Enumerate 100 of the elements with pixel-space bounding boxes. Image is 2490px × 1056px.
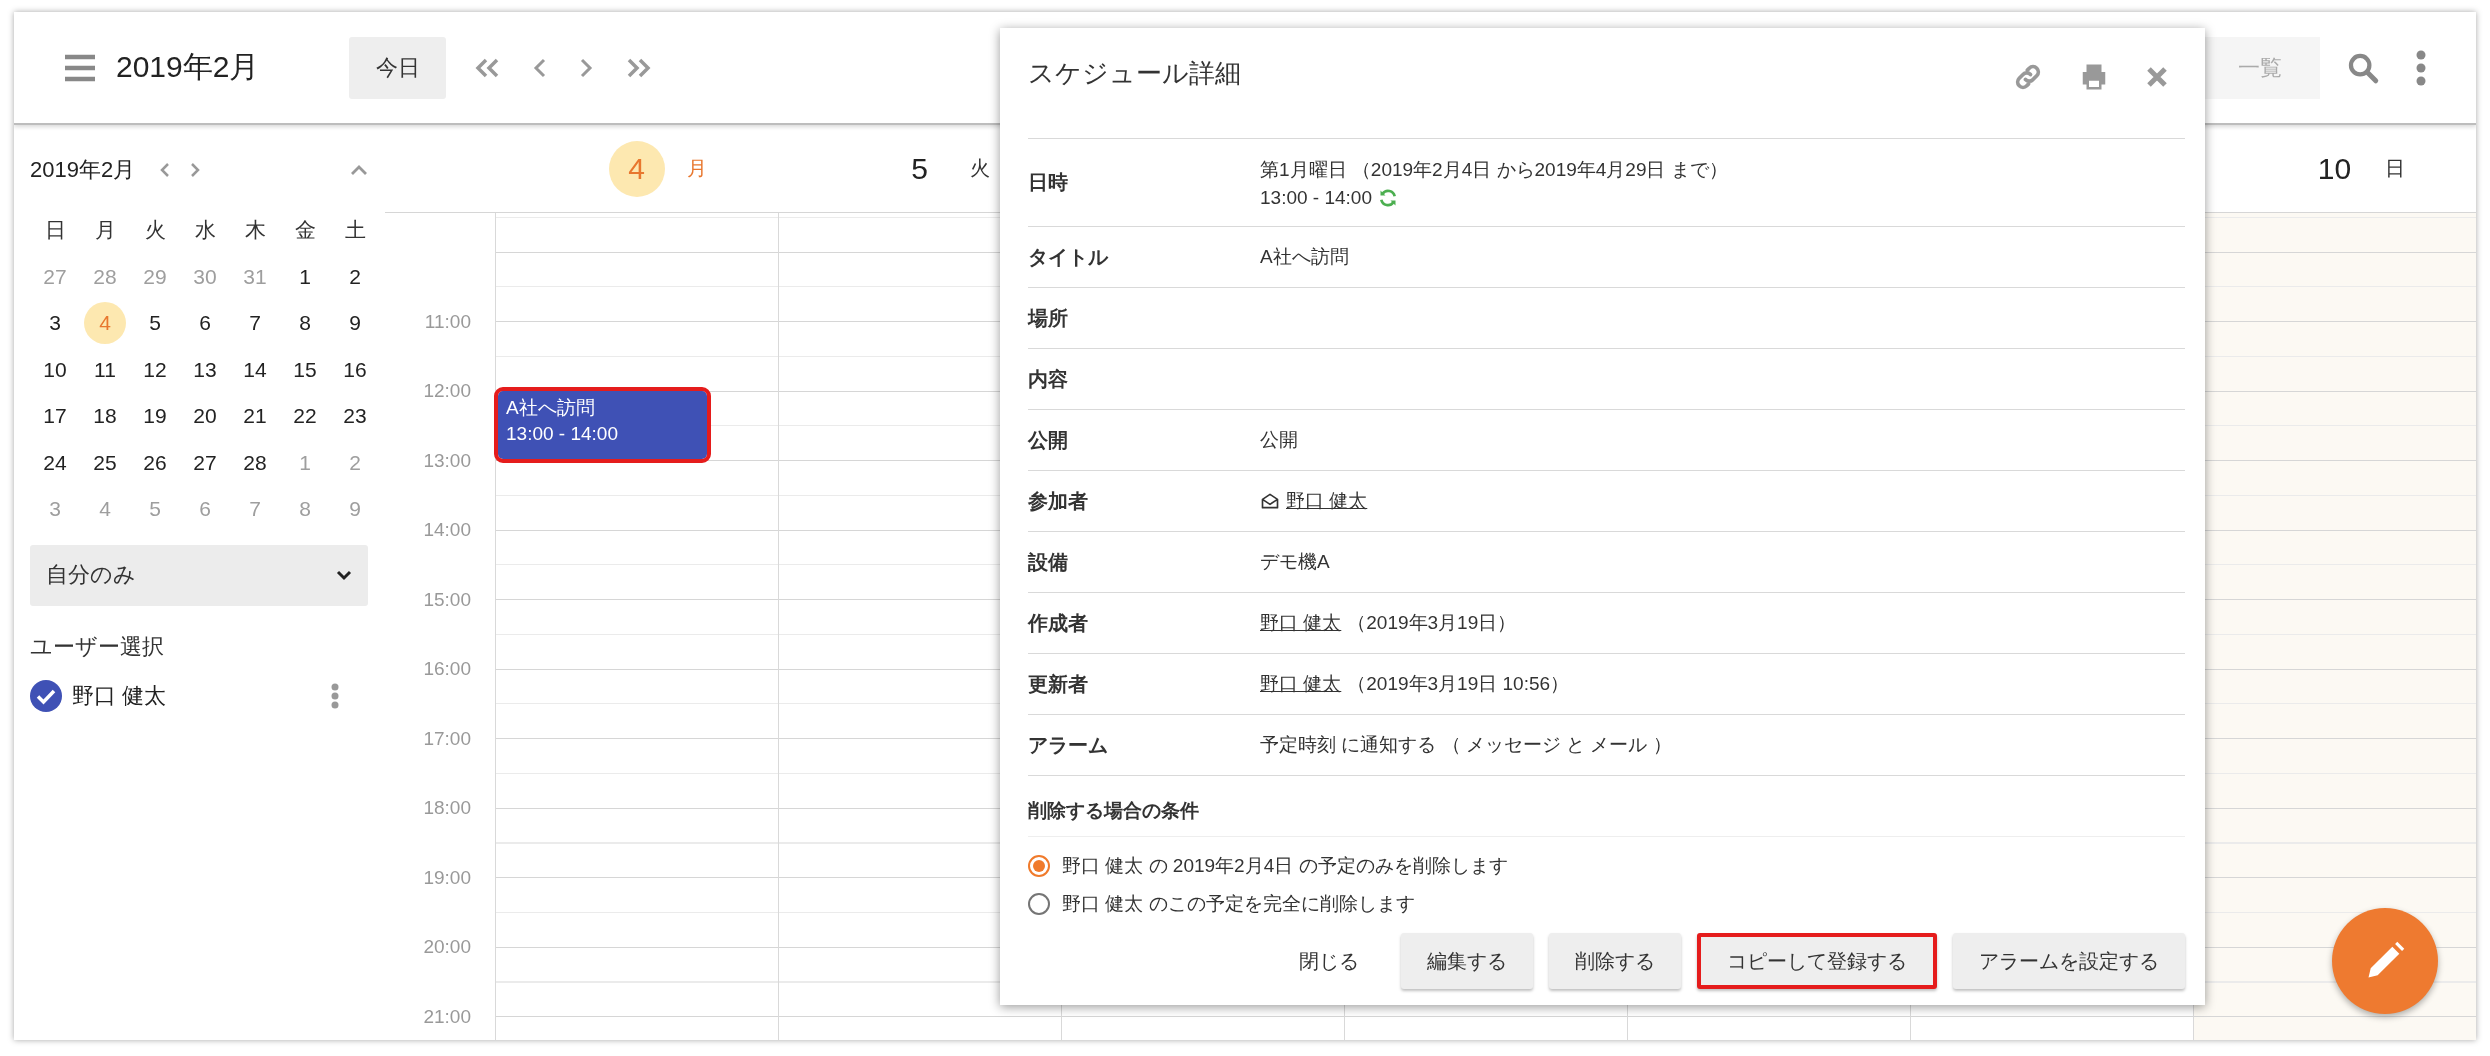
- calendar-day[interactable]: 10: [34, 348, 76, 391]
- recurrence-text: 第1月曜日 （2019年2月4日 から2019年4月29日 まで）: [1260, 157, 1729, 182]
- time-label: 20:00: [423, 936, 471, 957]
- calendar-day[interactable]: 16: [334, 348, 376, 391]
- delete-conditions-heading: 削除する場合の条件: [1028, 776, 2185, 837]
- time-label: 14:00: [423, 519, 471, 540]
- month-title: 2019年2月: [116, 49, 260, 85]
- weekday-label: 土: [344, 217, 366, 244]
- radio-label: 野口 健太 の 2019年2月4日 の予定のみを削除します: [1062, 854, 1508, 878]
- time-label: 19:00: [423, 866, 471, 888]
- dialog-button[interactable]: コピーして登録する: [1697, 933, 1937, 989]
- field-value: 予定時刻 に通知する （ メッセージ と メール ）: [1260, 733, 1673, 757]
- chevron-up-icon[interactable]: [349, 163, 369, 177]
- calendar-day[interactable]: 12: [134, 348, 176, 391]
- dialog-button[interactable]: 閉じる: [1273, 933, 1385, 989]
- calendar-day[interactable]: 23: [334, 395, 376, 438]
- weekday-label: 木: [244, 217, 266, 244]
- calendar-day[interactable]: 13: [184, 348, 226, 391]
- calendar-day[interactable]: 26: [134, 441, 176, 484]
- user-select-heading: ユーザー選択: [30, 632, 165, 661]
- calendar-day[interactable]: 14: [234, 348, 276, 391]
- calendar-day[interactable]: 6: [184, 302, 226, 345]
- field-value: 公開: [1260, 428, 1299, 452]
- sync-icon: [1378, 187, 1398, 208]
- field-label: アラーム: [1028, 732, 1109, 758]
- check-circle-icon[interactable]: [30, 679, 62, 712]
- chevron-down-icon: [336, 569, 352, 581]
- radio-label: 野口 健太 のこの予定を完全に削除します: [1062, 892, 1415, 916]
- dialog-button[interactable]: アラームを設定する: [1953, 933, 2185, 989]
- time-label: 13:00: [423, 449, 471, 471]
- calendar-day[interactable]: 1: [284, 255, 326, 298]
- radio-button[interactable]: [1028, 855, 1050, 877]
- calendar-day[interactable]: 27: [184, 441, 226, 484]
- more-icon[interactable]: [2416, 49, 2426, 86]
- menu-icon[interactable]: [64, 53, 96, 82]
- time-range: 13:00 - 14:00: [1260, 186, 1372, 209]
- today-button[interactable]: 今日: [349, 36, 447, 99]
- time-label: 21:00: [423, 1005, 471, 1027]
- user-link[interactable]: 野口 健太: [1286, 488, 1368, 514]
- field-label: 内容: [1028, 366, 1069, 392]
- field-label: 場所: [1028, 305, 1069, 331]
- mini-calendar-title: 2019年2月: [30, 156, 136, 184]
- calendar-day[interactable]: 28: [234, 441, 276, 484]
- calendar-day[interactable]: 21: [234, 395, 276, 438]
- field-value: デモ機A: [1260, 550, 1331, 574]
- calendar-day[interactable]: 18: [84, 395, 126, 438]
- field-value: A社へ訪問: [1260, 245, 1350, 269]
- calendar-day[interactable]: 24: [34, 441, 76, 484]
- field-label: 日時: [1028, 170, 1069, 195]
- calendar-day[interactable]: 19: [134, 395, 176, 438]
- envelope-icon: [1260, 491, 1280, 511]
- calendar-day[interactable]: 22: [284, 395, 326, 438]
- calendar-day[interactable]: 3: [34, 302, 76, 345]
- chevron-left-icon[interactable]: [159, 161, 172, 179]
- dialog-title: スケジュール詳細: [1028, 57, 1242, 90]
- field-label: 参加者: [1028, 488, 1089, 514]
- user-link[interactable]: 野口 健太: [1260, 671, 1342, 697]
- weekday-label: 火: [968, 156, 991, 181]
- weekday-label: 月: [685, 156, 708, 181]
- time-label: 12:00: [423, 380, 471, 401]
- calendar-day[interactable]: 15: [284, 348, 326, 391]
- weekday-label: 水: [194, 217, 216, 244]
- close-icon[interactable]: [2145, 65, 2169, 89]
- day-number[interactable]: 10: [2306, 140, 2363, 197]
- field-label: 更新者: [1028, 671, 1089, 697]
- time-label: 18:00: [423, 797, 471, 818]
- calendar-day[interactable]: 20: [184, 395, 226, 438]
- weekday-label: 火: [144, 217, 166, 244]
- time-label: 17:00: [423, 727, 471, 749]
- calendar-day[interactable]: 11: [84, 348, 126, 391]
- weekday-label: 日: [2383, 156, 2406, 181]
- time-label: 15:00: [423, 588, 471, 610]
- field-label: 公開: [1028, 427, 1069, 453]
- calendar-day[interactable]: 7: [234, 302, 276, 345]
- time-label: 11:00: [424, 310, 471, 332]
- field-label: タイトル: [1028, 244, 1110, 270]
- calendar-day[interactable]: 2: [334, 255, 376, 298]
- calendar-day[interactable]: 5: [134, 302, 176, 345]
- filter-select[interactable]: 自分のみ: [30, 544, 368, 606]
- link-icon[interactable]: [2013, 62, 2043, 92]
- date-note: （2019年3月19日 10:56）: [1347, 672, 1570, 696]
- user-name: 野口 健太: [72, 681, 168, 710]
- weekday-label: 月: [94, 217, 116, 244]
- chevron-right-icon[interactable]: [189, 161, 202, 179]
- dialog-button[interactable]: 削除する: [1549, 933, 1681, 989]
- dialog-button[interactable]: 編集する: [1401, 933, 1533, 989]
- day-number[interactable]: 5: [891, 140, 948, 197]
- weekday-label: 日: [44, 217, 66, 244]
- calendar-day[interactable]: 9: [334, 302, 376, 345]
- date-note: （2019年3月19日）: [1347, 611, 1517, 635]
- calendar-day[interactable]: 8: [284, 302, 326, 345]
- more-icon[interactable]: [331, 682, 339, 709]
- calendar-day[interactable]: 25: [84, 441, 126, 484]
- weekday-label: 金: [294, 217, 316, 244]
- field-label: 設備: [1028, 549, 1069, 575]
- user-link[interactable]: 野口 健太: [1260, 610, 1342, 636]
- calendar-day[interactable]: 17: [34, 395, 76, 438]
- time-label: 16:00: [423, 658, 471, 679]
- field-label: 作成者: [1028, 610, 1089, 636]
- radio-button[interactable]: [1028, 893, 1050, 915]
